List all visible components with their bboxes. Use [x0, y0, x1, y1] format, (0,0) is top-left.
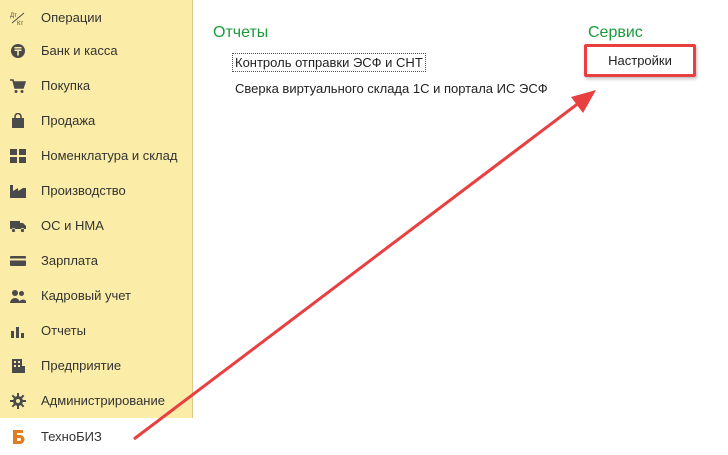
sidebar-item-label: Банк и касса — [41, 43, 118, 58]
factory-icon — [10, 183, 26, 199]
sidebar-item-label: Кадровый учет — [41, 288, 131, 303]
gear-icon — [10, 392, 26, 409]
bar-chart-icon — [10, 323, 26, 339]
sidebar-item-bank[interactable]: Банк и касса — [0, 33, 193, 68]
sidebar-item-purchase[interactable]: Покупка — [0, 68, 193, 103]
svg-text:Кт: Кт — [17, 21, 23, 26]
sidebar-item-label: Администрирование — [41, 393, 165, 408]
sidebar-item-label: Покупка — [41, 78, 91, 93]
sidebar-item-administration[interactable]: Администрирование — [0, 383, 193, 418]
sidebar-item-label: Зарплата — [41, 253, 98, 268]
sidebar-item-hr[interactable]: Кадровый учет — [0, 278, 193, 313]
sidebar-item-operations[interactable]: Дт Кт Операции — [0, 0, 193, 35]
settings-link[interactable]: Настройки — [584, 44, 696, 77]
cart-icon — [10, 78, 26, 94]
sidebar-item-enterprise[interactable]: Предприятие — [0, 348, 193, 383]
sidebar-item-label: Отчеты — [41, 323, 86, 338]
sidebar: Дт Кт Операции Банк и касса Покупка Прод… — [0, 0, 193, 455]
sidebar-item-label: ТехноБИЗ — [41, 429, 102, 444]
sidebar-item-label: Производство — [41, 183, 126, 198]
technobiz-logo-icon — [10, 429, 26, 445]
sidebar-item-label: Операции — [41, 10, 102, 25]
sidebar-item-production[interactable]: Производство — [0, 173, 193, 208]
report-link-esf-control[interactable]: Контроль отправки ЭСФ и СНТ — [232, 53, 426, 72]
sidebar-item-fixed-assets[interactable]: ОС и НМА — [0, 208, 193, 243]
people-icon — [10, 288, 26, 304]
svg-text:Дт: Дт — [10, 13, 17, 19]
sidebar-item-label: Предприятие — [41, 358, 122, 373]
truck-icon — [10, 218, 26, 234]
sidebar-item-sales[interactable]: Продажа — [0, 103, 193, 138]
grid-blocks-icon — [10, 148, 26, 164]
sidebar-item-label: ОС и НМА — [41, 218, 104, 233]
tenge-coin-icon — [10, 43, 26, 59]
sidebar-item-salary[interactable]: Зарплата — [0, 243, 193, 278]
shopping-bag-icon — [10, 112, 26, 129]
sidebar-item-label: Номенклатура и склад — [41, 148, 178, 163]
sidebar-item-label: Продажа — [41, 113, 96, 128]
dt-kt-icon: Дт Кт — [10, 10, 26, 26]
building-icon — [10, 358, 26, 374]
sidebar-item-reports[interactable]: Отчеты — [0, 313, 193, 348]
sidebar-item-technobiz[interactable]: ТехноБИЗ — [0, 418, 193, 455]
report-link-warehouse-reconciliation[interactable]: Сверка виртуального склада 1С и портала … — [235, 81, 548, 96]
reports-section-title: Отчеты — [213, 24, 269, 41]
card-icon — [10, 253, 26, 269]
sidebar-item-nomenclature[interactable]: Номенклатура и склад — [0, 138, 193, 173]
service-section-title: Сервис — [588, 24, 643, 41]
